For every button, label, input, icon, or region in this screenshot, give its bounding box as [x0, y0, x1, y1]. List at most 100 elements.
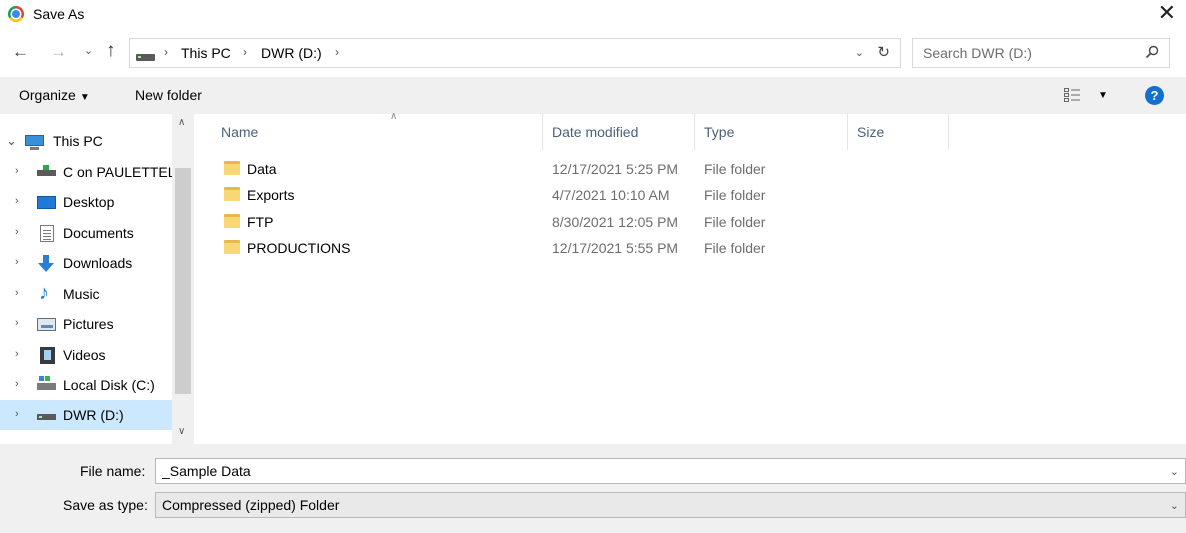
nav-item-label: Local Disk (C:) — [63, 377, 155, 393]
file-name: Exports — [247, 187, 295, 203]
refresh-icon[interactable]: ↻ — [877, 43, 890, 61]
nav-item-label: Pictures — [63, 316, 114, 332]
file-type: File folder — [704, 240, 766, 256]
organize-button[interactable]: Organize ▼ — [19, 87, 90, 103]
desktop-icon — [37, 196, 56, 209]
column-header-name[interactable]: Name ∧ — [212, 111, 543, 150]
address-bar[interactable]: › This PC › DWR (D:) › ⌄ ↻ — [129, 38, 901, 68]
save-as-type-dropdown-chevron-icon[interactable]: ⌄ — [1170, 499, 1179, 512]
local-disk-icon — [37, 376, 56, 390]
file-list: Name ∧ Date modified Type Size Data 12/1… — [196, 111, 1186, 444]
file-row[interactable]: Exports 4/7/2021 10:10 AM File folder — [196, 183, 956, 209]
scroll-down-chevron-icon[interactable]: ∨ — [178, 426, 185, 437]
music-icon: ♪ — [39, 282, 49, 304]
nav-scrollbar[interactable]: ∧ ∨ — [172, 114, 194, 444]
file-type: File folder — [704, 187, 766, 203]
search-input[interactable] — [923, 45, 1133, 61]
nav-scrollbar-thumb[interactable] — [175, 168, 191, 394]
nav-item-desktop[interactable]: › Desktop — [0, 187, 172, 217]
nav-item-downloads[interactable]: › Downloads — [0, 248, 172, 278]
documents-icon — [40, 225, 54, 242]
expand-chevron-icon[interactable]: › — [15, 226, 19, 238]
file-name-label: File name: — [80, 463, 146, 479]
file-row[interactable]: FTP 8/30/2021 12:05 PM File folder — [196, 210, 956, 236]
nav-item-documents[interactable]: › Documents — [0, 218, 172, 248]
save-as-type-select[interactable]: Compressed (zipped) Folder ⌄ — [155, 492, 1186, 518]
nav-item-label: Documents — [63, 225, 134, 241]
expand-chevron-icon[interactable]: › — [15, 408, 19, 420]
expand-chevron-icon[interactable]: › — [15, 317, 19, 329]
window-title: Save As — [33, 6, 85, 22]
column-header-type[interactable]: Type — [695, 114, 848, 150]
file-row[interactable]: Data 12/17/2021 5:25 PM File folder — [196, 157, 956, 183]
view-options-icon[interactable] — [1064, 88, 1080, 102]
command-toolbar: Organize ▼ New folder ▼ ? — [0, 77, 1186, 114]
file-name-combobox[interactable]: ⌄ — [155, 458, 1186, 484]
search-icon[interactable] — [1145, 45, 1159, 59]
view-caret-down-icon[interactable]: ▼ — [1098, 90, 1108, 101]
expand-chevron-icon[interactable]: › — [15, 348, 19, 360]
new-folder-button[interactable]: New folder — [135, 87, 202, 103]
column-header-label: Size — [857, 124, 885, 140]
expand-chevron-icon[interactable]: › — [15, 256, 19, 268]
title-bar: Save As ✕ — [0, 0, 1186, 30]
nav-item-label: DWR (D:) — [63, 407, 124, 423]
address-dropdown-chevron-icon[interactable]: ⌄ — [855, 46, 864, 59]
sort-ascending-icon: ∧ — [390, 111, 398, 122]
nav-item-pictures[interactable]: › Pictures — [0, 309, 172, 339]
folder-icon — [224, 161, 240, 175]
breadcrumb-separator[interactable]: › — [164, 45, 168, 59]
file-name: Data — [247, 161, 277, 177]
search-box[interactable] — [912, 38, 1170, 68]
nav-item-label: Downloads — [63, 255, 133, 271]
expand-chevron-icon[interactable]: › — [15, 378, 19, 390]
nav-item-label: This PC — [53, 133, 103, 149]
expand-chevron-icon[interactable]: › — [15, 165, 19, 177]
nav-item-music[interactable]: › ♪ Music — [0, 279, 172, 309]
drive-icon — [136, 54, 155, 61]
recent-locations-chevron-icon[interactable]: ⌄ — [84, 44, 93, 57]
breadcrumb-dwr-drive[interactable]: DWR (D:) — [261, 45, 322, 61]
nav-item-c-on-paulettel[interactable]: › C on PAULETTEL — [0, 157, 172, 187]
column-header-label: Type — [704, 124, 735, 140]
file-date-modified: 8/30/2021 12:05 PM — [552, 214, 679, 230]
drive-icon — [37, 414, 56, 420]
forward-arrow-icon[interactable]: → — [50, 42, 67, 62]
file-name-dropdown-chevron-icon[interactable]: ⌄ — [1170, 465, 1179, 478]
nav-item-videos[interactable]: › Videos — [0, 340, 172, 370]
scroll-up-chevron-icon[interactable]: ∧ — [178, 117, 185, 128]
expand-chevron-icon[interactable]: › — [15, 287, 19, 299]
help-icon[interactable]: ? — [1145, 86, 1164, 105]
save-options-panel: File name: ⌄ Save as type: Compressed (z… — [0, 444, 1186, 533]
pictures-icon — [37, 318, 56, 331]
expand-chevron-icon[interactable]: ⌄ — [6, 133, 17, 149]
file-row[interactable]: PRODUCTIONS 12/17/2021 5:55 PM File fold… — [196, 236, 956, 262]
videos-icon — [40, 347, 55, 364]
breadcrumb-this-pc[interactable]: This PC — [181, 45, 231, 61]
network-drive-icon — [37, 165, 56, 176]
nav-item-local-disk-c[interactable]: › Local Disk (C:) — [0, 370, 172, 400]
nav-item-label: Videos — [63, 347, 106, 363]
file-date-modified: 4/7/2021 10:10 AM — [552, 187, 670, 203]
nav-item-label: C on PAULETTEL — [63, 164, 172, 180]
close-icon[interactable]: ✕ — [1158, 2, 1176, 24]
downloads-icon — [37, 255, 56, 272]
file-name: FTP — [247, 214, 274, 230]
column-header-size[interactable]: Size — [848, 114, 949, 150]
computer-icon — [25, 135, 44, 150]
file-name-input[interactable] — [162, 463, 1122, 479]
file-name: PRODUCTIONS — [247, 240, 351, 256]
nav-item-this-pc[interactable]: ⌄ This PC — [0, 126, 172, 156]
nav-item-label: Desktop — [63, 194, 115, 210]
up-arrow-icon[interactable]: ↑ — [106, 40, 116, 62]
column-header-date-modified[interactable]: Date modified — [543, 114, 695, 150]
file-date-modified: 12/17/2021 5:55 PM — [552, 240, 679, 256]
breadcrumb-separator[interactable]: › — [335, 45, 339, 59]
expand-chevron-icon[interactable]: › — [15, 195, 19, 207]
address-row: ← → ⌄ ↑ › This PC › DWR (D:) › ⌄ ↻ — [0, 38, 1186, 68]
back-arrow-icon[interactable]: ← — [12, 42, 29, 62]
folder-icon — [224, 240, 240, 254]
folder-icon — [224, 214, 240, 228]
breadcrumb-separator[interactable]: › — [243, 45, 247, 59]
nav-item-dwr-d[interactable]: › DWR (D:) — [0, 400, 172, 430]
